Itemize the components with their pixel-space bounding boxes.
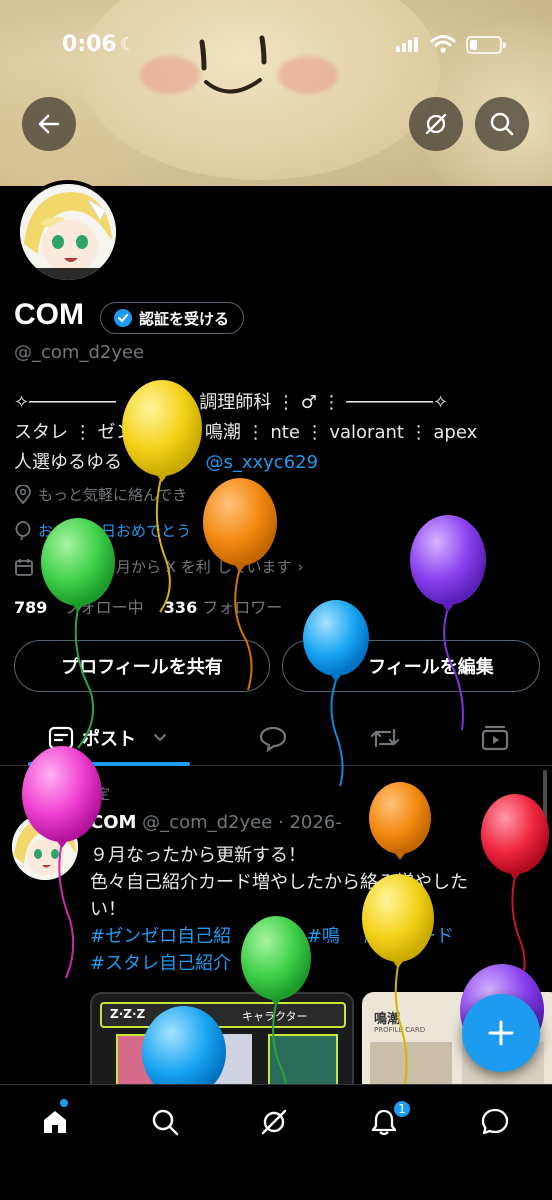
profile-name: COM bbox=[14, 298, 84, 331]
grok-button[interactable] bbox=[409, 97, 463, 151]
profile-location: もっと気軽に絡んでき bbox=[14, 484, 187, 505]
joined-text-b: しています bbox=[216, 558, 292, 576]
search-icon bbox=[490, 112, 514, 136]
scrollbar[interactable] bbox=[543, 770, 547, 822]
anime-character-avatar bbox=[12, 814, 78, 880]
tab-posts-label: ポスト bbox=[82, 729, 136, 750]
birthday-text-b: 日おめでとう bbox=[101, 522, 192, 540]
reply-bubble-icon bbox=[259, 726, 287, 752]
birthday-text-c: す。 bbox=[233, 522, 262, 540]
search-icon bbox=[152, 1109, 179, 1136]
notification-badge: 1 bbox=[392, 1099, 412, 1119]
post-line: 色々自己紹介カード増やしたから絡み増やした bbox=[90, 872, 468, 893]
hashtag-link[interactable]: 紹介カード bbox=[364, 926, 454, 947]
post-list-icon bbox=[48, 726, 74, 750]
post-handle-date: @_com_d2yee · 2026- bbox=[142, 812, 342, 833]
zzz-card-brand: Z·Z·Z bbox=[110, 1007, 146, 1021]
zzz-card-label: キャラクター bbox=[242, 1010, 308, 1023]
compose-post-button[interactable] bbox=[462, 994, 540, 1072]
bio-decoration-right: ────────✧ bbox=[346, 392, 449, 413]
grok-icon bbox=[425, 113, 447, 135]
bio-mention-link[interactable]: @s_xxyc629 bbox=[205, 452, 318, 473]
hashtag-link[interactable]: #ゼンゼロ自己紹 bbox=[90, 926, 231, 947]
post-hashtags: #ゼンゼロ自己紹 ド #鳴 紹介カード bbox=[90, 923, 535, 950]
bio-line-1: ✧──────── 調理師科 ⋮ ♂ ⋮ ────────✧ bbox=[14, 388, 448, 414]
location-pin-icon bbox=[15, 484, 31, 504]
location-text: もっと気軽に絡んでき bbox=[38, 486, 188, 504]
tab-replies[interactable] bbox=[258, 710, 288, 766]
birthday-text-a: お bbox=[38, 522, 54, 540]
home-icon bbox=[44, 1111, 66, 1133]
follow-stats: 789 フォロー中 336 フォロワー bbox=[14, 594, 282, 618]
followers-label[interactable]: フォロワー bbox=[202, 598, 282, 617]
profile-tabs: ポスト bbox=[0, 710, 552, 766]
followers-count[interactable]: 336 bbox=[164, 598, 197, 617]
bio-games-a: スタレ ⋮ ゼン bbox=[14, 422, 134, 443]
search-button[interactable] bbox=[475, 97, 529, 151]
profile-handle: @_com_d2yee bbox=[14, 342, 145, 363]
anime-character-avatar bbox=[20, 184, 116, 280]
tab-media[interactable] bbox=[480, 710, 510, 766]
status-time: 0:06 bbox=[62, 32, 117, 57]
bio-line-2: スタレ ⋮ ゼン 鳴潮 ⋮ nte ⋮ valorant ⋮ apex bbox=[14, 418, 477, 444]
wifi-icon bbox=[430, 35, 456, 53]
profile-birthday: お 日おめでとう す。 bbox=[14, 520, 262, 541]
video-icon bbox=[481, 725, 509, 751]
post-header: COM @_com_d2yee · 2026- bbox=[90, 812, 342, 833]
share-profile-button[interactable]: プロフィールを共有 bbox=[14, 640, 270, 692]
back-button[interactable] bbox=[22, 97, 76, 151]
post-hashtags: #スタレ自己紹介 bbox=[90, 950, 535, 977]
calendar-icon bbox=[15, 558, 33, 576]
repost-icon bbox=[370, 728, 400, 748]
joined-text-a: 月から X を利 bbox=[116, 558, 211, 576]
post-body: ９月なったから更新する！ 色々自己紹介カード増やしたから絡み増やした い！ #ゼ… bbox=[90, 842, 535, 977]
new-posts-dot bbox=[60, 1099, 68, 1107]
message-bubble-icon bbox=[481, 1108, 509, 1135]
post-author-avatar[interactable] bbox=[12, 814, 78, 880]
following-count[interactable]: 789 bbox=[14, 598, 47, 617]
profile-avatar[interactable] bbox=[16, 180, 120, 284]
edit-profile-label: フィールを編集 bbox=[368, 657, 494, 678]
post-author-name[interactable]: COM bbox=[90, 812, 136, 833]
chevron-right-icon: › bbox=[297, 557, 304, 576]
get-verified-button[interactable]: 認証を受ける bbox=[100, 302, 245, 334]
grok-icon bbox=[261, 1109, 287, 1135]
verified-badge-icon bbox=[114, 309, 132, 327]
hashtag-link[interactable]: #スタレ自己紹介 bbox=[90, 953, 231, 974]
pinned-text: 定 bbox=[96, 787, 110, 803]
wuwa-card-title: 鳴潮 bbox=[374, 1012, 401, 1027]
share-profile-label: プロフィールを共有 bbox=[61, 657, 223, 678]
bio-text: 人選ゆるゆる bbox=[14, 452, 122, 473]
nav-messages[interactable] bbox=[467, 1099, 523, 1145]
get-verified-label: 認証を受ける bbox=[139, 309, 230, 328]
nav-home[interactable] bbox=[27, 1099, 83, 1145]
plus-icon bbox=[488, 1020, 514, 1046]
active-tab-indicator bbox=[28, 762, 190, 766]
chevron-down-icon bbox=[154, 734, 166, 742]
status-bar: 0:06 ☾ bbox=[0, 0, 552, 90]
hashtag-link[interactable]: ド #鳴 bbox=[283, 926, 340, 947]
bio-course: 調理師科 ⋮ ♂ ⋮ bbox=[199, 392, 341, 413]
post-line: い！ bbox=[90, 899, 126, 920]
post-line: ９月なったから更新する！ bbox=[90, 845, 306, 866]
tab-reposts[interactable] bbox=[368, 710, 402, 766]
wuwa-card-sub: PROFILE CARD bbox=[374, 1026, 426, 1034]
moon-icon: ☾ bbox=[120, 34, 137, 55]
bottom-navigation: 1 bbox=[0, 1084, 552, 1200]
bio-line-3: 人選ゆるゆる @s_xxyc629 bbox=[14, 448, 318, 474]
arrow-left-icon bbox=[38, 114, 60, 134]
tab-posts[interactable]: ポスト bbox=[48, 710, 168, 766]
bio-decoration-left: ✧──────── bbox=[14, 392, 116, 413]
pinned-label: 定 bbox=[90, 784, 110, 804]
nav-grok[interactable] bbox=[246, 1099, 302, 1145]
battery-icon bbox=[466, 36, 506, 54]
bio-games-b: 鳴潮 ⋮ nte ⋮ valorant ⋮ apex bbox=[204, 422, 478, 443]
nav-search[interactable] bbox=[137, 1099, 193, 1145]
edit-profile-button[interactable]: フィールを編集 bbox=[282, 640, 540, 692]
zzz-card-header: Z·Z·Z キャラクター bbox=[100, 1002, 346, 1028]
balloon-purple bbox=[410, 515, 486, 731]
profile-joined[interactable]: 月から X を利 しています › bbox=[14, 556, 303, 577]
following-label[interactable]: フォロー中 bbox=[64, 598, 144, 617]
balloon-icon bbox=[15, 520, 31, 540]
